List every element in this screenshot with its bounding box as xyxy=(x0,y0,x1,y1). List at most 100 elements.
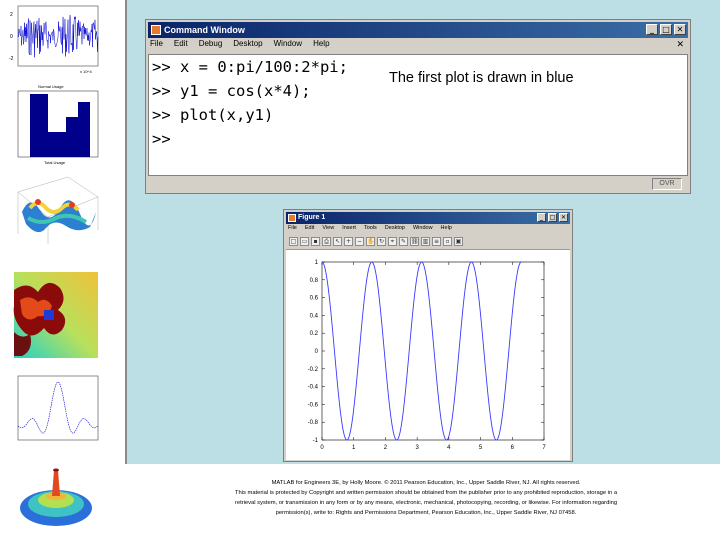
figure-maximize-button[interactable]: □ xyxy=(548,213,557,222)
thumb-bar xyxy=(30,94,48,157)
signal-tick-label: 2 xyxy=(10,12,13,18)
maximize-button[interactable]: □ xyxy=(660,24,672,35)
signal-tick-label: -2 xyxy=(9,56,14,62)
y-tick-label: -0.4 xyxy=(308,385,319,391)
figure-menu-file[interactable]: File xyxy=(288,225,297,234)
plot-axes[interactable]: 0 1 2 3 4 5 6 7 -1 -0.8 -0.6 -0.4 -0.2 0 0.2 0.4 0.6 0.8 1 xyxy=(286,250,570,461)
command-window[interactable]: Command Window _ □ ✕ File Edit Debug Des… xyxy=(145,19,691,194)
legend-icon[interactable]: ≡ xyxy=(432,237,441,246)
data-cursor-icon[interactable]: ⌖ xyxy=(388,237,397,246)
hide-tools-icon[interactable]: ▫ xyxy=(443,237,452,246)
command-window-title: Command Window xyxy=(164,25,245,35)
command-input-pane[interactable]: >> x = 0:pi/100:2*pi; >> y1 = cos(x*4); … xyxy=(148,54,688,176)
y-tick-label: 0 xyxy=(315,349,319,355)
new-figure-icon[interactable]: □ xyxy=(289,237,298,246)
figure-menubar: File Edit View Insert Tools Desktop Wind… xyxy=(288,225,452,234)
command-line: >> x = 0:pi/100:2*pi; xyxy=(152,58,348,76)
sinc-thumbnail xyxy=(17,375,99,441)
signal-tick-label: 0 xyxy=(10,34,13,40)
zoom-in-icon[interactable]: + xyxy=(344,237,353,246)
thumb-bar xyxy=(66,117,78,157)
x-tick-label: 2 xyxy=(384,445,388,451)
thumb-bar xyxy=(48,132,66,157)
thumb-bar xyxy=(78,102,90,157)
figure-window[interactable]: Figure 1 _ □ ✕ File Edit View Insert Too… xyxy=(283,209,573,462)
bar-chart-thumbnail: Normal Usage Total Usage xyxy=(17,84,99,165)
print-icon[interactable]: ⎙ xyxy=(322,237,331,246)
thumbnail-strip: 2 0 -2 x 10^4 Normal Usage Total Usage xyxy=(0,0,126,540)
command-window-titlebar[interactable]: Command Window _ □ ✕ xyxy=(148,22,688,38)
menu-file[interactable]: File xyxy=(150,39,163,53)
menu-help[interactable]: Help xyxy=(313,39,329,53)
menu-debug[interactable]: Debug xyxy=(199,39,223,53)
footer-line: retrieval system, or transmission in any… xyxy=(234,500,618,506)
overwrite-indicator: OVR xyxy=(652,178,682,190)
figure-menu-window[interactable]: Window xyxy=(413,225,433,234)
signal-thumbnail: 2 0 -2 x 10^4 xyxy=(9,5,99,74)
x-tick-label: 7 xyxy=(542,445,546,451)
slide-root: 2 0 -2 x 10^4 Normal Usage Total Usage C… xyxy=(0,0,720,540)
command-window-statusbar: OVR xyxy=(148,177,688,191)
close-button[interactable]: ✕ xyxy=(674,24,686,35)
figure-menu-view[interactable]: View xyxy=(322,225,334,234)
x-tick-label: 0 xyxy=(320,445,324,451)
figure-menu-edit[interactable]: Edit xyxy=(305,225,314,234)
y-tick-label: 0.8 xyxy=(310,278,319,284)
figure-titlebar[interactable]: Figure 1 _ □ ✕ xyxy=(286,212,570,224)
command-prompt: >> xyxy=(152,130,171,148)
y-tick-label: 0.4 xyxy=(310,313,319,319)
y-tick-label: -0.2 xyxy=(308,367,319,373)
plot-frame xyxy=(321,261,545,441)
fractal-thumbnail xyxy=(13,272,98,358)
surface-thumbnail xyxy=(17,176,99,244)
rotate-icon[interactable]: ↻ xyxy=(377,237,386,246)
figure-toolbar: □ ▭ ▪ ⎙ ↖ + − ✋ ↻ ⌖ ✎ ⛓ ▥ ≡ ▫ ▣ xyxy=(286,235,570,248)
y-tick-label: 1 xyxy=(315,260,319,266)
y-tick-label: -0.6 xyxy=(308,402,319,408)
menu-window[interactable]: Window xyxy=(274,39,302,53)
minimize-button[interactable]: _ xyxy=(646,24,658,35)
y-tick-label: 0.2 xyxy=(310,331,319,337)
menu-desktop[interactable]: Desktop xyxy=(233,39,262,53)
command-window-menubar: File Edit Debug Desktop Window Help xyxy=(150,39,330,53)
footer-line: permission(s), write to: Rights and Perm… xyxy=(275,510,577,516)
command-line: >> y1 = cos(x*4); xyxy=(152,82,311,100)
x-tick-label: 1 xyxy=(352,445,356,451)
figure-menu-help[interactable]: Help xyxy=(441,225,452,234)
figure-close-button[interactable]: ✕ xyxy=(559,213,568,222)
figure-minimize-button[interactable]: _ xyxy=(537,213,546,222)
footer-line: MATLAB for Engineers 3E, by Holly Moore.… xyxy=(271,480,581,486)
figure-app-icon xyxy=(288,214,296,222)
figure-canvas[interactable]: 0 1 2 3 4 5 6 7 -1 -0.8 -0.6 -0.4 -0.2 0 0.2 0.4 0.6 0.8 1 xyxy=(286,249,570,460)
pointer-icon[interactable]: ↖ xyxy=(333,237,342,246)
footer-line: This material is protected by Copyright … xyxy=(234,490,618,496)
y-tick-label: 0.6 xyxy=(310,296,319,302)
bar-chart-xlabel: Total Usage xyxy=(44,160,66,165)
x-tick-label: 5 xyxy=(479,445,483,451)
pan-icon[interactable]: ✋ xyxy=(366,237,375,246)
figure-menu-insert[interactable]: Insert xyxy=(342,225,356,234)
ripple-thumbnail xyxy=(20,468,92,526)
zoom-out-icon[interactable]: − xyxy=(355,237,364,246)
brush-icon[interactable]: ✎ xyxy=(399,237,408,246)
link-icon[interactable]: ⛓ xyxy=(410,237,419,246)
figure-title: Figure 1 xyxy=(298,214,326,221)
show-tools-icon[interactable]: ▣ xyxy=(454,237,463,246)
matlab-app-icon xyxy=(151,25,161,35)
figure-menu-tools[interactable]: Tools xyxy=(364,225,377,234)
x-tick-label: 6 xyxy=(511,445,515,451)
copyright-footer: MATLAB for Engineers 3E, by Holly Moore.… xyxy=(176,478,676,518)
annotation-text: The first plot is drawn in blue xyxy=(389,70,574,86)
x-tick-label: 4 xyxy=(447,445,451,451)
bar-chart-title: Normal Usage xyxy=(38,84,64,89)
signal-exponent-label: x 10^4 xyxy=(80,69,92,74)
y-tick-label: -0.8 xyxy=(308,420,319,426)
menu-edit[interactable]: Edit xyxy=(174,39,188,53)
figure-menu-desktop[interactable]: Desktop xyxy=(385,225,405,234)
colorbar-icon[interactable]: ▥ xyxy=(421,237,430,246)
undock-close-icon[interactable]: ✕ xyxy=(676,39,684,50)
save-icon[interactable]: ▪ xyxy=(311,237,320,246)
open-icon[interactable]: ▭ xyxy=(300,237,309,246)
x-tick-label: 3 xyxy=(415,445,419,451)
y-tick-label: -1 xyxy=(313,438,319,444)
